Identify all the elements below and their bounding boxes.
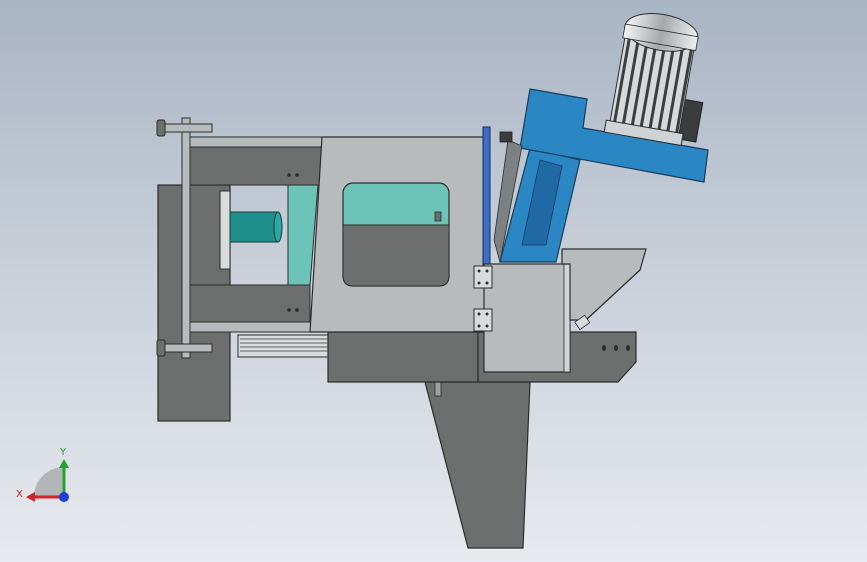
lower-block <box>327 331 479 383</box>
window-latch <box>434 211 442 222</box>
chip-chute <box>561 248 647 321</box>
sight-window-lower <box>342 224 450 287</box>
gearbox-nut <box>499 131 513 143</box>
slotted-foot <box>237 334 331 358</box>
hinge-upper <box>473 265 493 289</box>
vise-frame-bottom <box>189 284 311 323</box>
cad-viewport[interactable]: X Y <box>0 0 867 562</box>
vise-frame-top <box>189 146 323 186</box>
machine-drawing: X Y <box>16 13 709 549</box>
x-axis-label: X <box>16 489 23 500</box>
guard-box-edge <box>563 263 571 373</box>
electric-motor <box>603 13 704 147</box>
base-leg-bolt <box>434 381 442 397</box>
vise-jaw-plate <box>219 190 231 270</box>
axis-triad[interactable]: X Y <box>16 447 69 502</box>
guard-box <box>483 263 571 373</box>
y-axis-arrow-icon <box>59 459 69 468</box>
clamp-post <box>181 117 191 359</box>
x-axis-arrow-icon <box>26 492 35 502</box>
base-leg <box>424 381 531 549</box>
z-axis-dot-icon <box>59 492 69 502</box>
hinge-lower <box>473 308 493 332</box>
triad-plane <box>34 467 64 497</box>
vise-spindle-end <box>273 211 283 243</box>
y-axis-label: Y <box>59 447 67 458</box>
vise-spindle <box>229 211 279 243</box>
blade-strip <box>482 126 491 288</box>
